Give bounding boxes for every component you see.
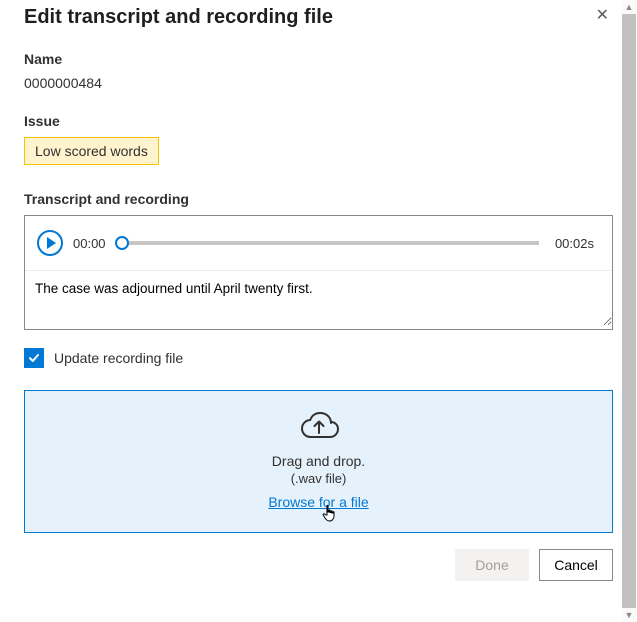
chevron-down-icon: ▼ — [625, 610, 634, 620]
update-recording-row: Update recording file — [24, 348, 613, 368]
name-label: Name — [24, 51, 613, 67]
update-recording-label[interactable]: Update recording file — [54, 350, 183, 366]
dropzone-text: Drag and drop. — [272, 453, 365, 469]
chevron-up-icon: ▲ — [625, 2, 634, 12]
dialog-title: Edit transcript and recording file — [24, 6, 333, 29]
edit-transcript-dialog: Edit transcript and recording file ✕ Nam… — [0, 0, 637, 622]
current-time: 00:00 — [73, 236, 106, 251]
scroll-down-button[interactable]: ▼ — [622, 608, 636, 622]
seek-thumb[interactable] — [115, 236, 129, 250]
duration-time: 00:02s — [555, 236, 594, 251]
transcript-label: Transcript and recording — [24, 191, 613, 207]
done-button[interactable]: Done — [455, 549, 529, 581]
transcript-textarea[interactable] — [25, 270, 612, 326]
cancel-button[interactable]: Cancel — [539, 549, 613, 581]
issue-label: Issue — [24, 113, 613, 129]
scrollbar-thumb[interactable] — [622, 14, 636, 608]
name-value: 0000000484 — [24, 75, 613, 91]
transcript-recording-box: 00:00 00:02s — [24, 215, 613, 330]
checkmark-icon — [27, 351, 41, 365]
vertical-scrollbar[interactable]: ▲ ▼ — [622, 0, 636, 622]
close-icon: ✕ — [596, 7, 609, 24]
update-recording-checkbox[interactable] — [24, 348, 44, 368]
close-button[interactable]: ✕ — [592, 6, 613, 26]
scroll-up-button[interactable]: ▲ — [622, 0, 636, 14]
issue-tag: Low scored words — [24, 137, 159, 165]
browse-file-link[interactable]: Browse for a file — [268, 494, 368, 510]
audio-player: 00:00 00:02s — [25, 216, 612, 270]
cloud-upload-icon — [297, 409, 341, 443]
dialog-header: Edit transcript and recording file ✕ — [24, 6, 613, 29]
dialog-footer: Done Cancel — [24, 549, 613, 587]
file-dropzone[interactable]: Drag and drop. (.wav file) Browse for a … — [24, 390, 613, 533]
seek-track[interactable] — [122, 241, 539, 245]
dropzone-filetype: (.wav file) — [291, 471, 347, 486]
play-button[interactable] — [37, 230, 63, 256]
